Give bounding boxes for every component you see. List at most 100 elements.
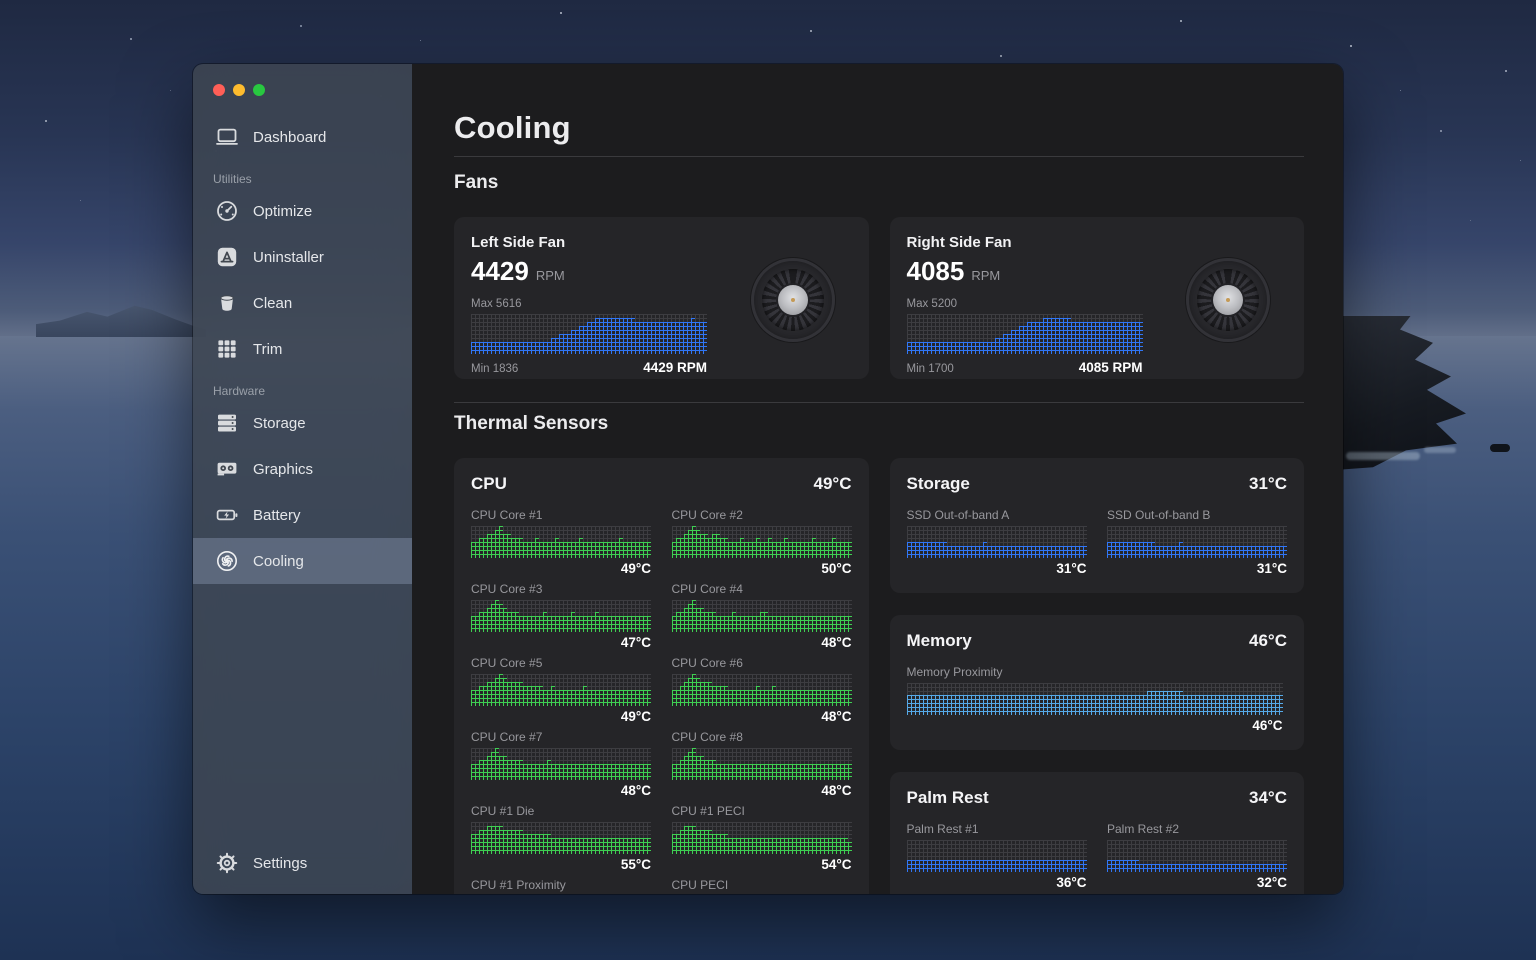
sensor-label: CPU Core #1	[471, 508, 651, 522]
laptop-icon	[213, 125, 240, 149]
sensor-tile: CPU PECI	[672, 878, 852, 894]
sidebar-item-trim[interactable]: Trim	[193, 326, 412, 372]
sensor-tile: CPU Core #250°C	[672, 508, 852, 577]
sensor-history-chart	[672, 748, 852, 780]
zoom-button[interactable]	[253, 84, 265, 96]
sidebar-item-battery[interactable]: Battery	[193, 492, 412, 538]
close-button[interactable]	[213, 84, 225, 96]
card-temp: 31°C	[1249, 474, 1287, 494]
sidebar-item-dashboard[interactable]: Dashboard	[193, 114, 412, 160]
traffic-lights	[193, 64, 412, 100]
sensor-temp: 31°C	[907, 561, 1087, 577]
sensor-temp: 55°C	[471, 857, 651, 873]
sensor-history-chart	[471, 674, 651, 706]
sensor-tile: CPU Core #7 48°C	[471, 730, 651, 799]
sensor-temp: 32°C	[1107, 875, 1287, 891]
sensor-temp: 54°C	[672, 857, 852, 873]
sensor-temp: 46°C	[907, 718, 1283, 734]
fan-rpm-value: 4429	[471, 256, 529, 287]
sidebar-item-clean[interactable]: Clean	[193, 280, 412, 326]
grid-icon	[213, 337, 240, 361]
thermal-section-header: Thermal Sensors	[454, 413, 1304, 435]
fan-name: Right Side Fan	[907, 234, 1143, 251]
cpu-sensor-card: CPU 49°C CPU Core #149°CCPU Core #250°CC…	[454, 458, 869, 894]
fan-cards-row: Left Side Fan 4429 RPM Max 5616 Min 1836…	[454, 217, 1304, 379]
sensor-label: CPU #1 Die	[471, 804, 651, 818]
sensor-temp: 36°C	[907, 875, 1087, 891]
sidebar-section-hardware: Hardware	[213, 384, 412, 398]
sensor-history-chart	[1107, 526, 1287, 558]
fan-name: Left Side Fan	[471, 234, 707, 251]
fan-min-label: Min 1836	[471, 363, 518, 375]
sidebar-item-graphics[interactable]: Graphics	[193, 446, 412, 492]
page-title: Cooling	[454, 110, 1304, 146]
sensor-temp: 48°C	[672, 635, 852, 651]
sidebar-item-uninstaller[interactable]: Uninstaller	[193, 234, 412, 280]
card-title: Palm Rest	[907, 788, 989, 808]
card-temp: 49°C	[814, 474, 852, 494]
fan-history-chart	[471, 314, 707, 354]
sensor-temp: 49°C	[471, 561, 651, 577]
sensor-history-chart	[672, 674, 852, 706]
stars-dim	[0, 0, 1, 1]
card-title: Storage	[907, 474, 970, 494]
sea-foam	[1346, 452, 1420, 460]
card-temp: 34°C	[1249, 788, 1287, 808]
sidebar-item-storage[interactable]: Storage	[193, 400, 412, 446]
fan-graphic	[1186, 258, 1270, 342]
fan-current-label: 4429 RPM	[643, 360, 707, 375]
sensor-label: Palm Rest #2	[1107, 822, 1287, 836]
fan-rpm-unit: RPM	[536, 268, 565, 283]
fan-blades	[762, 269, 824, 331]
battery-icon	[213, 503, 240, 527]
fan-min-label: Min 1700	[907, 363, 954, 375]
sidebar-footer: Settings	[193, 840, 412, 886]
sensor-history-chart	[471, 600, 651, 632]
palm-rest-sensor-card: Palm Rest 34°C Palm Rest #136°CPalm Rest…	[890, 772, 1305, 894]
sensor-tile: CPU Core #8 48°C	[672, 730, 852, 799]
sensor-tile: CPU Core #1 49°C	[471, 508, 651, 577]
fan-max-label: Max 5200	[907, 298, 1143, 310]
app-window: Dashboard Utilities Optimize	[193, 64, 1343, 894]
sensor-grid: CPU Core #1 49°C CPU Core #250°C CPU Core #…	[471, 508, 852, 894]
bucket-icon	[213, 291, 240, 315]
sensor-label: CPU Core #6	[672, 656, 852, 670]
sensor-label: CPU Core #4	[672, 582, 852, 596]
sensor-history-chart	[907, 526, 1087, 558]
fan-hub	[778, 285, 808, 315]
sensor-label: CPU Core #8	[672, 730, 852, 744]
sidebar-item-cooling[interactable]: Cooling	[193, 538, 412, 584]
sensor-label: Memory Proximity	[907, 665, 1283, 679]
sidebar-item-label: Clean	[253, 295, 292, 312]
sensor-history-chart	[672, 822, 852, 854]
sensor-temp: 48°C	[471, 783, 651, 799]
sensor-temp: 48°C	[672, 783, 852, 799]
storage-sensor-card: Storage 31°C SSD Out-of-band A 31°C SSD Ou…	[890, 458, 1305, 593]
sidebar-item-label: Uninstaller	[253, 249, 324, 266]
gpu-icon	[213, 457, 240, 481]
gauge-icon	[213, 199, 240, 223]
minimize-button[interactable]	[233, 84, 245, 96]
sensor-temp: 48°C	[672, 709, 852, 725]
sensor-label: CPU Core #7	[471, 730, 651, 744]
sensor-tile: SSD Out-of-band B31°C	[1107, 508, 1287, 577]
sensor-history-chart	[672, 526, 852, 558]
server-icon	[213, 411, 240, 435]
sensor-tile: Memory Proximity 46°C	[907, 665, 1283, 734]
sidebar-item-settings[interactable]: Settings	[193, 840, 412, 886]
sensor-label: SSD Out-of-band A	[907, 508, 1087, 522]
fan-graphic	[751, 258, 835, 342]
divider	[454, 156, 1304, 157]
sidebar-item-optimize[interactable]: Optimize	[193, 188, 412, 234]
sensor-label: CPU Core #3	[471, 582, 651, 596]
sidebar-item-label: Settings	[253, 855, 307, 872]
fan-card-right: Right Side Fan 4085 RPM Max 5200 Min 170…	[890, 217, 1305, 379]
sensor-tile: CPU Core #347°C	[471, 582, 651, 651]
fan-max-label: Max 5616	[471, 298, 707, 310]
fan-icon	[213, 549, 240, 573]
fan-current-label: 4085 RPM	[1079, 360, 1143, 375]
sensor-history-chart	[471, 748, 651, 780]
fan-card-left: Left Side Fan 4429 RPM Max 5616 Min 1836…	[454, 217, 869, 379]
sensor-label: CPU Core #5	[471, 656, 651, 670]
fan-hub	[1213, 285, 1243, 315]
